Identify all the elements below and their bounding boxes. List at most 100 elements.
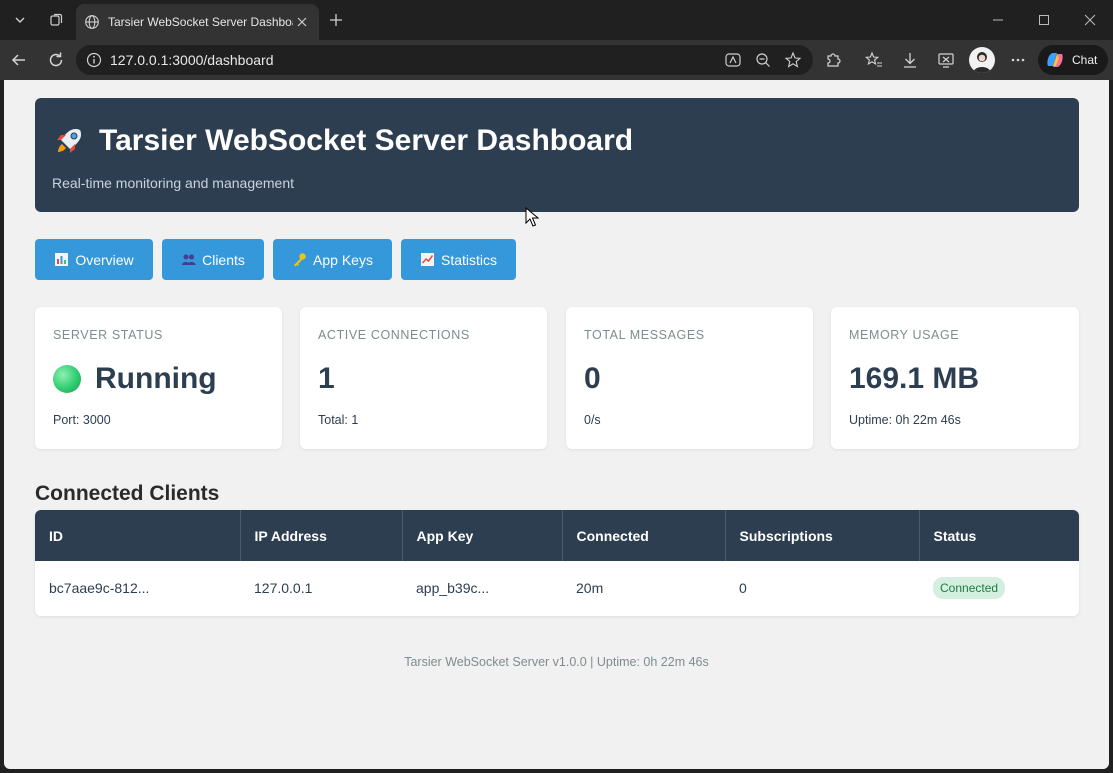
chat-label: Chat (1072, 53, 1098, 67)
clients-table: ID IP Address App Key Connected Subscrip… (35, 510, 1079, 616)
client-app-key-cell: app_b39c... (402, 561, 562, 616)
column-header: App Key (402, 510, 563, 561)
card-label: MEMORY USAGE (849, 328, 960, 342)
url-text[interactable]: 127.0.0.1:3000/dashboard (110, 52, 273, 68)
download-icon (904, 53, 916, 68)
chevron-down-icon (15, 17, 25, 23)
favorites-list-icon (865, 51, 882, 67)
tab-title: Tarsier WebSocket Server Dashboard (108, 15, 293, 29)
refresh-icon (49, 52, 63, 67)
card-value: 0 (584, 362, 601, 395)
address-bar[interactable]: 127.0.0.1:3000/dashboard (76, 45, 813, 75)
back-button[interactable] (5, 46, 33, 74)
downloads-button[interactable] (896, 46, 924, 74)
column-header: IP Address (240, 510, 403, 561)
client-id-cell: bc7aae9c-812... (35, 561, 240, 616)
client-status-cell: Connected (919, 561, 1079, 616)
column-header: Connected (562, 510, 726, 561)
page-title: Tarsier WebSocket Server Dashboard (99, 124, 634, 157)
minimize-button[interactable] (975, 0, 1021, 40)
card-server-status: SERVER STATUS Running Port: 3000 (35, 307, 282, 449)
card-subtext: Total: 1 (318, 413, 359, 427)
key-icon (294, 253, 306, 267)
tab-list-button[interactable] (6, 6, 34, 34)
status-badge: Connected (933, 577, 1006, 600)
rocket-icon (57, 129, 81, 153)
workspaces-button[interactable] (42, 6, 70, 34)
card-label: TOTAL MESSAGES (584, 328, 705, 342)
status-indicator-icon (53, 365, 81, 393)
card-label: SERVER STATUS (53, 328, 163, 342)
table-row[interactable]: bc7aae9c-812... 127.0.0.1 app_b39c... 20… (35, 561, 1079, 616)
nav-app-keys-button[interactable]: App Keys (273, 239, 392, 280)
workspaces-icon (50, 13, 63, 26)
card-total-messages: TOTAL MESSAGES 0 0/s (566, 307, 813, 449)
refresh-button[interactable] (42, 46, 70, 74)
arrow-left-icon (11, 54, 25, 66)
favorite-button[interactable] (779, 46, 807, 74)
trend-chart-icon (420, 253, 434, 266)
header-title-row: Tarsier WebSocket Server Dashboard (53, 124, 633, 158)
nav-clients-button[interactable]: Clients (162, 239, 264, 280)
page-footer: Tarsier WebSocket Server v1.0.0 | Uptime… (404, 655, 709, 669)
favorites-button[interactable] (860, 46, 888, 74)
column-header: Status (919, 510, 1079, 561)
nav-statistics-label: Statistics (440, 251, 497, 268)
card-subtext: Uptime: 0h 22m 46s (849, 413, 961, 427)
nav-overview-label: Overview (75, 251, 134, 268)
nav-clients-label: Clients (202, 251, 245, 268)
nav-app-keys-label: App Keys (313, 251, 373, 268)
mouse-cursor-icon (525, 207, 539, 227)
column-header: ID (35, 510, 241, 561)
extensions-button[interactable] (819, 46, 847, 74)
zoom-out-icon (756, 53, 770, 67)
page-subtitle: Real-time monitoring and management (52, 175, 295, 191)
info-icon[interactable] (86, 52, 102, 68)
window-close-button[interactable] (1067, 0, 1113, 40)
page-viewport: Tarsier WebSocket Server Dashboard Real-… (4, 80, 1109, 769)
nav-overview-button[interactable]: Overview (35, 239, 153, 280)
more-horizontal-icon (1011, 58, 1025, 62)
tab-close-button[interactable] (293, 13, 311, 31)
bar-chart-icon (55, 253, 69, 266)
screenshot-button[interactable] (932, 46, 960, 74)
card-subtext: Port: 3000 (53, 413, 111, 427)
card-value: 1 (318, 362, 335, 395)
client-subscriptions-cell: 0 (725, 561, 919, 616)
table-header-row: ID IP Address App Key Connected Subscrip… (35, 510, 1079, 561)
card-memory-usage: MEMORY USAGE 169.1 MB Uptime: 0h 22m 46s (831, 307, 1079, 449)
server-status-value: Running (95, 362, 217, 395)
copilot-page-icon (725, 53, 741, 67)
profile-avatar[interactable] (969, 47, 995, 73)
user-avatar-icon (973, 52, 991, 73)
card-subtext: 0/s (584, 413, 601, 427)
nav-statistics-button[interactable]: Statistics (401, 239, 516, 280)
dashboard-header: Tarsier WebSocket Server Dashboard Real-… (35, 98, 1079, 212)
maximize-button[interactable] (1021, 0, 1067, 40)
users-icon (182, 254, 196, 265)
plus-icon (330, 14, 342, 26)
browser-tab-active[interactable]: Tarsier WebSocket Server Dashboard (76, 4, 319, 40)
minimize-icon (993, 19, 1003, 21)
close-icon (297, 17, 307, 27)
card-value: Running (53, 362, 217, 396)
reader-mode-button[interactable] (719, 46, 747, 74)
globe-icon (85, 15, 99, 29)
more-menu-button[interactable] (1004, 46, 1032, 74)
new-tab-button[interactable] (322, 6, 350, 34)
card-label: ACTIVE CONNECTIONS (318, 328, 470, 342)
copilot-icon (1047, 53, 1063, 67)
column-header: Subscriptions (725, 510, 920, 561)
client-ip-cell: 127.0.0.1 (240, 561, 402, 616)
maximize-icon (1039, 15, 1049, 25)
close-icon (1084, 14, 1096, 26)
section-title-clients: Connected Clients (35, 482, 220, 505)
zoom-button[interactable] (749, 46, 777, 74)
card-value: 169.1 MB (849, 362, 980, 395)
client-connected-cell: 20m (562, 561, 725, 616)
screen-capture-icon (938, 53, 954, 68)
copilot-chat-button[interactable]: Chat (1038, 45, 1108, 75)
puzzle-icon (827, 53, 841, 67)
card-active-connections: ACTIVE CONNECTIONS 1 Total: 1 (300, 307, 547, 449)
browser-titlebar: Tarsier WebSocket Server Dashboard (0, 0, 1113, 40)
